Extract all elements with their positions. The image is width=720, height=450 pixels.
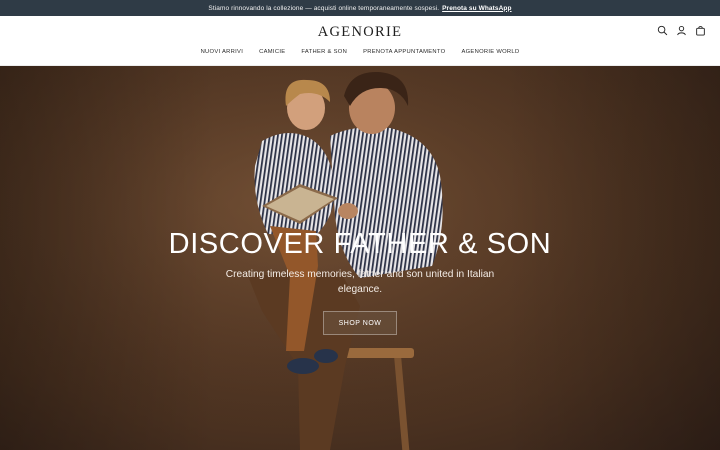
search-icon[interactable]	[657, 25, 668, 36]
whatsapp-link[interactable]: Prenota su WhatsApp	[442, 5, 511, 12]
site-header: AGENORIE NUOVI ARRIVI CAMICIE FATHER & S…	[0, 16, 720, 66]
announcement-text: Stiamo rinnovando la collezione — acquis…	[208, 4, 440, 12]
nav-item-father-son[interactable]: FATHER & SON	[301, 49, 347, 55]
nav-item-camicie[interactable]: CAMICIE	[259, 49, 285, 55]
nav-item-prenota-appuntamento[interactable]: PRENOTA APPUNTAMENTO	[363, 49, 445, 55]
brand-logo[interactable]: AGENORIE	[0, 24, 720, 41]
main-nav: NUOVI ARRIVI CAMICIE FATHER & SON PRENOT…	[0, 49, 720, 55]
nav-item-nuovi-arrivi[interactable]: NUOVI ARRIVI	[201, 49, 244, 55]
cart-icon[interactable]	[695, 25, 706, 36]
hero-subtitle: Creating timeless memories, father and s…	[225, 269, 495, 295]
announcement-bar: Stiamo rinnovando la collezione — acquis…	[0, 0, 720, 16]
shop-now-button[interactable]: SHOP NOW	[323, 311, 397, 335]
hero-banner: DISCOVER FATHER & SON Creating timeless …	[0, 66, 720, 450]
header-icons	[657, 25, 706, 36]
account-icon[interactable]	[676, 25, 687, 36]
nav-item-agenorie-world[interactable]: AGENORIE WORLD	[461, 49, 519, 55]
hero-title: DISCOVER FATHER & SON	[168, 228, 552, 260]
